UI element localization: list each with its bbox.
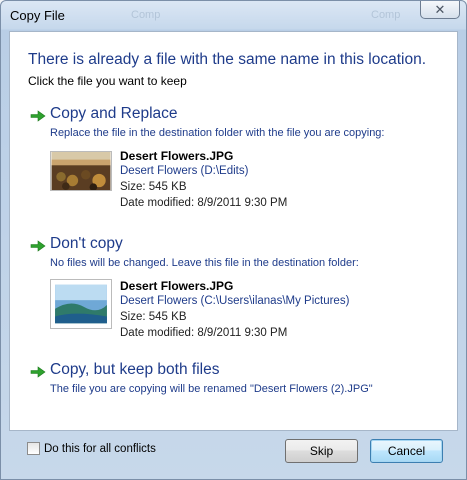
option-title: Copy, but keep both files xyxy=(50,361,220,378)
green-arrow-icon xyxy=(30,240,46,252)
green-arrow-icon xyxy=(30,110,46,122)
option-keep-both-files[interactable]: Copy, but keep both files The file you a… xyxy=(30,361,450,401)
file-path: Desert Flowers (D:\Edits) xyxy=(120,165,249,177)
green-arrow-icon xyxy=(30,366,46,378)
close-icon: ✕ xyxy=(434,2,446,17)
background-window-ghost-text: Comp xyxy=(131,9,161,21)
all-conflicts-checkbox[interactable]: Do this for all conflicts xyxy=(27,442,156,455)
file-name: Desert Flowers.JPG xyxy=(120,149,234,163)
dialog-content: There is already a file with the same na… xyxy=(9,31,458,431)
copy-file-dialog: Copy File Comp Comp ✕ There is already a… xyxy=(0,0,467,480)
file-name: Desert Flowers.JPG xyxy=(120,279,234,293)
file-size: Size: 545 KB xyxy=(120,181,187,193)
background-window-ghost-text: Comp xyxy=(371,9,401,21)
landscape-thumbnail xyxy=(50,279,112,329)
option-description: The file you are copying will be renamed… xyxy=(50,383,373,395)
close-button[interactable]: ✕ xyxy=(420,1,460,19)
window-title: Copy File xyxy=(10,8,65,23)
title-bar[interactable]: Copy File Comp Comp ✕ xyxy=(1,1,466,31)
dialog-heading: There is already a file with the same na… xyxy=(28,51,427,68)
source-file-info: Desert Flowers.JPG Desert Flowers (D:\Ed… xyxy=(50,149,430,219)
option-copy-and-replace[interactable]: Copy and Replace Replace the file in the… xyxy=(30,105,450,225)
file-size: Size: 545 KB xyxy=(120,311,187,323)
dialog-subheading: Click the file you want to keep xyxy=(28,74,187,88)
desert-flowers-thumbnail xyxy=(50,151,112,191)
destination-file-info: Desert Flowers.JPG Desert Flowers (C:\Us… xyxy=(50,279,430,349)
checkbox-label: Do this for all conflicts xyxy=(44,442,156,455)
option-title: Don't copy xyxy=(50,235,123,252)
option-description: Replace the file in the destination fold… xyxy=(50,127,385,139)
skip-button[interactable]: Skip xyxy=(285,439,358,463)
file-date-modified: Date modified: 8/9/2011 9:30 PM xyxy=(120,197,288,209)
cancel-button[interactable]: Cancel xyxy=(370,439,443,463)
file-path: Desert Flowers (C:\Users\ilanas\My Pictu… xyxy=(120,295,350,307)
option-title: Copy and Replace xyxy=(50,105,178,122)
option-dont-copy[interactable]: Don't copy No files will be changed. Lea… xyxy=(30,235,450,355)
option-description: No files will be changed. Leave this fil… xyxy=(50,257,359,269)
file-date-modified: Date modified: 8/9/2011 9:30 PM xyxy=(120,327,288,339)
checkbox-box[interactable] xyxy=(27,442,40,455)
